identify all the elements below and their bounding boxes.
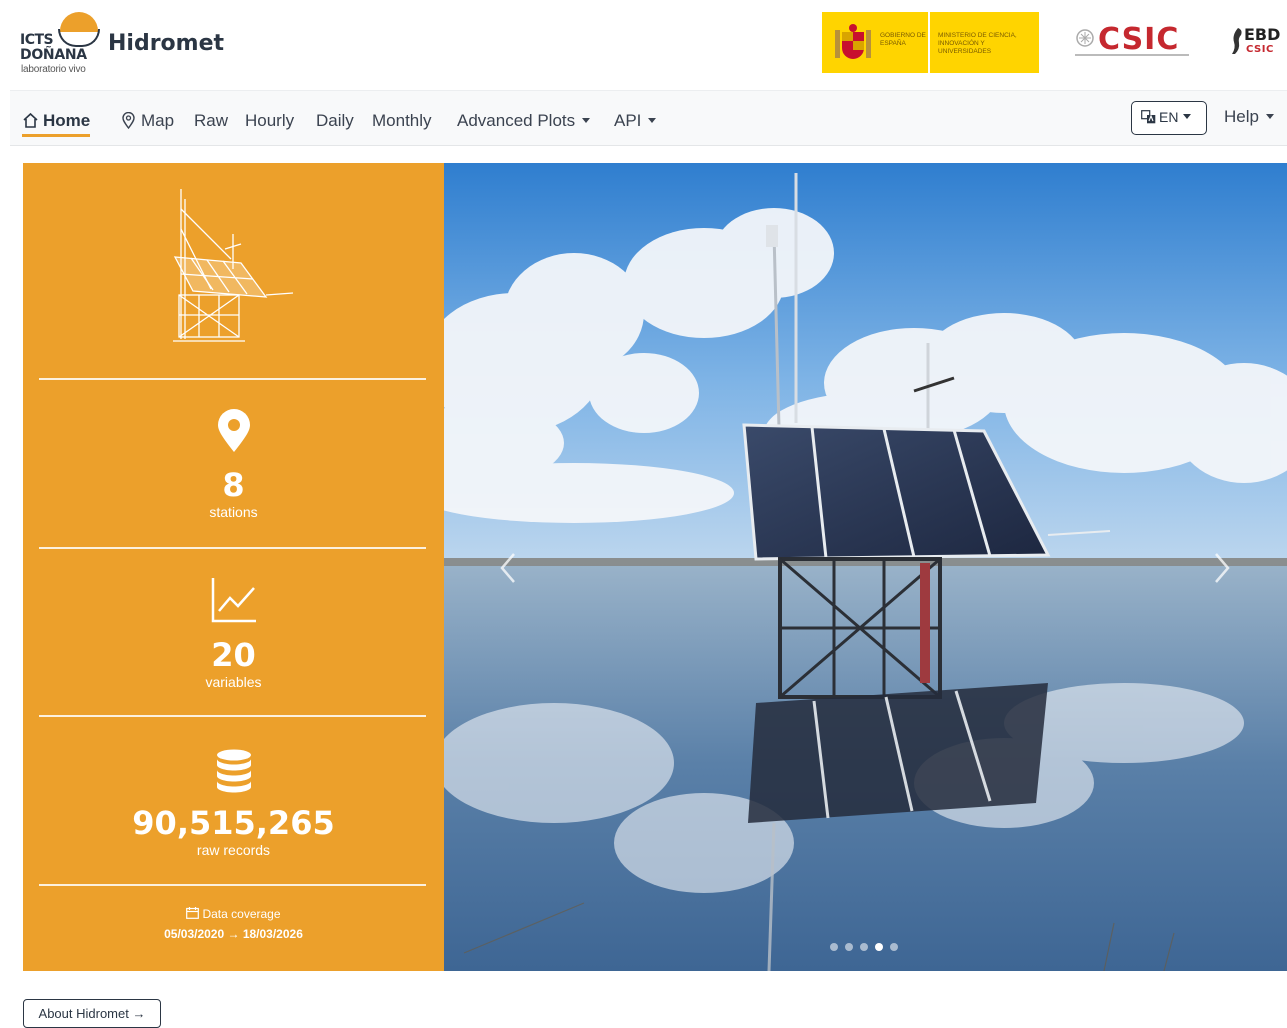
carousel-dot-2[interactable] — [845, 943, 853, 951]
coverage-title-row: Data coverage — [23, 907, 444, 921]
weather-station-illustration-icon — [173, 189, 294, 342]
variables-label: variables — [205, 674, 262, 690]
carousel-dot-1[interactable] — [830, 943, 838, 951]
nav-home[interactable]: Home — [22, 107, 91, 137]
logo-tagline: laboratorio vivo — [21, 64, 86, 75]
calendar-icon — [186, 907, 200, 919]
stations-count: 8 — [222, 466, 245, 504]
brand-home-link[interactable]: ICTS DOÑANA laboratorio vivo Hidromet — [20, 12, 230, 78]
app-name: Hidromet — [108, 31, 225, 56]
translate-icon — [1141, 110, 1156, 124]
records-stat: 90,515,265 raw records — [23, 749, 444, 858]
nav-advanced-plots[interactable]: Advanced Plots — [457, 107, 591, 137]
logo-arc-shape — [58, 29, 100, 47]
stats-divider — [39, 715, 426, 717]
carousel-dot-5[interactable] — [890, 943, 898, 951]
ebd-text: EBD — [1244, 25, 1281, 44]
stations-stat: 8 stations — [23, 409, 444, 520]
carousel-dot-4[interactable] — [875, 943, 883, 951]
nav-api-label: API — [614, 111, 642, 130]
icts-donana-logo: ICTS DOÑANA laboratorio vivo — [20, 12, 104, 78]
nav-advanced-plots-label: Advanced Plots — [457, 111, 576, 130]
coverage-title: Data coverage — [202, 907, 281, 921]
database-icon — [216, 749, 251, 793]
ebd-bird-icon — [1232, 28, 1242, 54]
records-count: 90,515,265 — [132, 804, 335, 842]
ebd-logo[interactable]: EBD CSIC — [1230, 22, 1287, 62]
help-dropdown[interactable]: Help — [1224, 103, 1274, 131]
stats-divider — [39, 547, 426, 549]
ebd-csic-text: CSIC — [1246, 44, 1274, 55]
government-text: GOBIERNO DE ESPAÑA — [880, 32, 926, 47]
logo-icts-text: ICTS — [20, 32, 54, 48]
help-label: Help — [1224, 107, 1259, 126]
gov-divider — [928, 12, 930, 73]
carousel-next-button[interactable] — [1206, 548, 1236, 588]
stats-panel: 8 stations 20 variables 90,515,265 raw r… — [23, 163, 444, 971]
csic-subline — [1075, 54, 1189, 56]
language-label: EN — [1159, 109, 1179, 125]
chevron-down-icon — [648, 118, 657, 123]
coverage-range: 05/03/2020 → 18/03/2026 — [164, 927, 303, 941]
stats-divider — [39, 378, 426, 380]
logo-donana-text: DOÑANA — [20, 47, 87, 63]
variables-count: 20 — [211, 636, 256, 674]
station-photo — [444, 163, 1287, 971]
csic-emblem-icon — [1076, 29, 1094, 47]
chevron-down-icon — [582, 118, 591, 123]
carousel-indicators — [830, 943, 910, 953]
chevron-down-icon — [1183, 114, 1192, 119]
about-hidromet-button[interactable]: About Hidromet → — [23, 999, 161, 1028]
nav-map[interactable]: Map — [120, 107, 174, 137]
ministry-text: MINISTERIO DE CIENCIA, INNOVACIÓN Y UNIV… — [938, 32, 1017, 55]
spain-coat-of-arms-icon — [835, 24, 871, 59]
nav-hourly[interactable]: Hourly — [245, 107, 294, 137]
map-pin-icon — [122, 112, 135, 129]
nav-monthly[interactable]: Monthly — [372, 107, 432, 137]
nav-home-label: Home — [43, 111, 91, 130]
variables-stat: 20 variables — [23, 577, 444, 690]
csic-logo[interactable]: CSIC — [1073, 22, 1191, 62]
stats-divider — [39, 884, 426, 886]
carousel-dot-3[interactable] — [860, 943, 868, 951]
line-chart-icon — [211, 578, 256, 623]
carousel-prev-button[interactable] — [494, 548, 524, 588]
csic-text: CSIC — [1098, 22, 1180, 57]
chevron-down-icon — [1265, 114, 1274, 119]
nav-map-label: Map — [141, 111, 175, 130]
map-pin-icon — [217, 409, 250, 452]
main-navbar: Home Map Raw Hourly Daily Monthly Advanc… — [10, 90, 1287, 146]
station-photo-carousel[interactable] — [444, 163, 1287, 971]
nav-api[interactable]: API — [614, 107, 657, 137]
records-label: raw records — [196, 842, 271, 858]
home-icon — [23, 112, 38, 128]
site-header: ICTS DOÑANA laboratorio vivo Hidromet GO… — [0, 0, 1287, 90]
government-ministry-logo[interactable]: GOBIERNO DE ESPAÑA MINISTERIO DE CIENCIA… — [822, 12, 1039, 73]
nav-daily[interactable]: Daily — [316, 107, 354, 137]
language-dropdown-button[interactable]: EN — [1131, 101, 1207, 135]
nav-raw[interactable]: Raw — [194, 107, 228, 137]
data-coverage: Data coverage 05/03/2020 → 18/03/2026 — [23, 907, 444, 941]
stations-label: stations — [209, 504, 258, 520]
